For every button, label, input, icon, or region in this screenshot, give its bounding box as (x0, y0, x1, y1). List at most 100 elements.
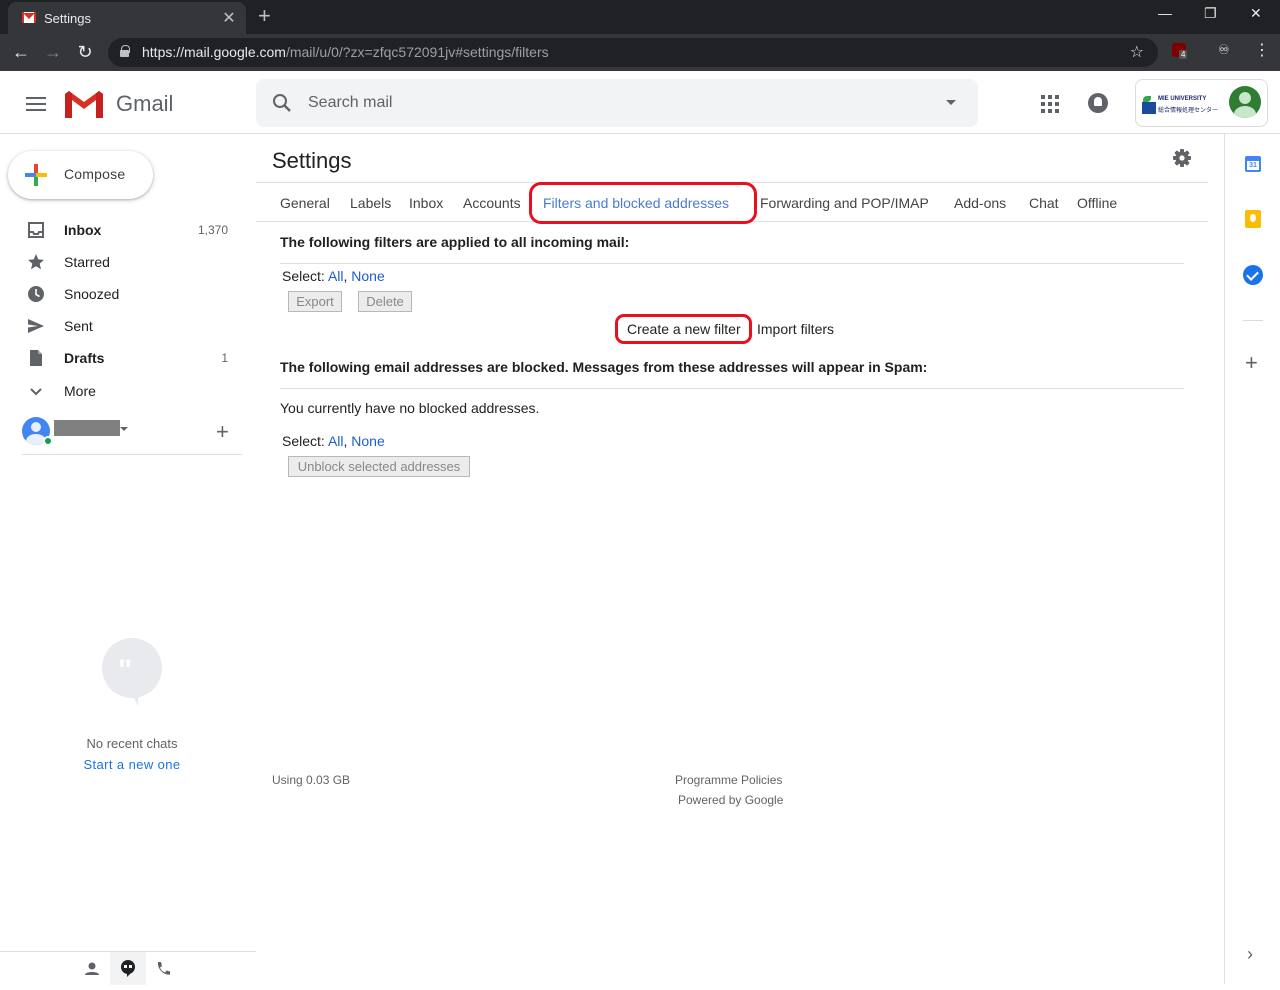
select-none-link[interactable]: None (351, 433, 384, 449)
no-recent-chats-text: No recent chats (86, 736, 178, 751)
start-chat-link[interactable]: Start a new one (0, 757, 264, 772)
new-tab-button[interactable]: + (258, 4, 271, 28)
tab-add-ons[interactable]: Add-ons (954, 195, 1006, 211)
compose-plus-icon (25, 164, 47, 186)
search-icon[interactable] (272, 93, 292, 113)
tab-labels[interactable]: Labels (350, 195, 391, 211)
sidebar-item-starred[interactable]: Starred (0, 246, 256, 278)
notifications-bell-icon[interactable] (1088, 93, 1108, 113)
tab-general[interactable]: General (280, 195, 330, 211)
inbox-icon (28, 222, 44, 238)
compose-button[interactable]: Compose (8, 151, 153, 199)
restore-window-icon[interactable]: ❐ (1204, 5, 1217, 22)
gmail-brand-text[interactable]: Gmail (116, 91, 173, 117)
export-button[interactable]: Export (288, 291, 342, 312)
draft-file-icon (30, 350, 42, 366)
browser-menu-icon[interactable]: ⋮ (1254, 40, 1270, 60)
tasks-icon[interactable] (1243, 265, 1263, 285)
get-add-ons-plus-icon[interactable]: + (1245, 350, 1258, 376)
calendar-icon[interactable]: 31 (1245, 156, 1261, 172)
hangouts-quote-icon (121, 960, 135, 977)
delete-button[interactable]: Delete (358, 291, 412, 312)
forward-arrow-icon[interactable]: → (42, 42, 64, 62)
unblock-selected-button[interactable]: Unblock selected addresses (288, 456, 470, 477)
sidebar-item-inbox[interactable]: Inbox 1,370 (0, 214, 256, 246)
gmail-favicon-icon (22, 12, 36, 23)
sidebar-item-label: Inbox (64, 222, 102, 238)
browser-tab[interactable]: Settings ✕ (8, 2, 246, 34)
chevron-down-icon (30, 388, 42, 396)
tab-offline[interactable]: Offline (1077, 195, 1117, 211)
select-none-link[interactable]: None (351, 268, 384, 284)
tab-chat[interactable]: Chat (1029, 195, 1059, 211)
bookmark-star-icon[interactable]: ☆ (1130, 42, 1144, 62)
contacts-tab[interactable] (74, 952, 110, 985)
extension-badge: 4 (1179, 50, 1188, 59)
back-arrow-icon[interactable]: ← (10, 42, 32, 62)
organization-logo: MIE UNIVERSITY 総合情報処理センター (1142, 96, 1222, 116)
incognito-extension-icon[interactable]: ♾ (1218, 42, 1230, 58)
minimize-window-icon[interactable]: — (1158, 5, 1172, 21)
phone-tab[interactable] (146, 952, 182, 985)
hangouts-bubble-icon: " (102, 638, 162, 706)
gmail-header: Gmail MIE UNIVERSITY 総合情報処理センター (0, 71, 1280, 134)
lock-icon (120, 45, 130, 57)
person-icon (85, 962, 99, 975)
programme-policies-link[interactable]: Programme Policies (675, 773, 782, 787)
account-avatar[interactable] (1229, 86, 1261, 118)
hangouts-user: + (22, 415, 242, 455)
blocked-select-row: Select: All, None (282, 433, 385, 449)
sidebar-item-label: Drafts (64, 350, 105, 366)
tab-forwarding-pop-imap[interactable]: Forwarding and POP/IMAP (760, 195, 929, 211)
sidebar-item-label: More (64, 383, 96, 399)
status-dropdown-icon[interactable] (120, 427, 128, 431)
search-bar (256, 79, 978, 127)
annotation-highlight-create-filter (615, 314, 752, 344)
google-apps-icon[interactable] (1041, 95, 1059, 113)
select-all-link[interactable]: All (328, 268, 344, 284)
keep-icon[interactable] (1245, 210, 1261, 228)
import-filters-link[interactable]: Import filters (757, 321, 834, 337)
close-window-icon[interactable]: ✕ (1250, 5, 1262, 22)
powered-by-google: Powered by Google (678, 793, 784, 807)
blocked-heading: The following email addresses are blocke… (280, 359, 928, 375)
sidebar-item-sent[interactable]: Sent (0, 310, 256, 342)
chevron-right-icon[interactable]: › (1247, 944, 1253, 965)
tab-accounts[interactable]: Accounts (463, 195, 521, 211)
redacted-user-name[interactable] (54, 420, 120, 436)
gmail-logo-icon (65, 90, 103, 118)
online-status-icon (43, 436, 53, 446)
sidebar-item-snoozed[interactable]: Snoozed (0, 278, 256, 310)
url-text: https://mail.google.com/mail/u/0/?zx=zfq… (142, 44, 549, 60)
divider (1243, 320, 1263, 321)
search-options-dropdown-icon[interactable] (946, 100, 956, 105)
no-chats-panel: " No recent chats Start a new one (0, 638, 264, 772)
new-conversation-plus-icon[interactable]: + (216, 419, 229, 445)
gear-icon[interactable] (1172, 148, 1192, 168)
browser-tab-title: Settings (44, 11, 91, 26)
side-panel: 31 + › (1224, 134, 1280, 984)
annotation-highlight-filters-tab (529, 182, 757, 224)
filters-heading: The following filters are applied to all… (280, 234, 630, 250)
close-tab-icon[interactable]: ✕ (220, 8, 238, 28)
reload-icon[interactable]: ↻ (74, 42, 96, 62)
search-input[interactable] (308, 89, 908, 117)
select-all-link[interactable]: All (328, 433, 344, 449)
clock-icon (28, 286, 44, 302)
address-bar[interactable]: https://mail.google.com/mail/u/0/?zx=zfq… (108, 38, 1158, 67)
browser-tab-bar: Settings ✕ + — ❐ ✕ (0, 0, 1280, 34)
main-menu-icon[interactable] (26, 97, 46, 111)
sidebar-item-drafts[interactable]: Drafts 1 (0, 342, 256, 374)
ublock-extension-icon[interactable]: 4 (1172, 43, 1188, 59)
sidebar-item-label: Starred (64, 254, 110, 270)
send-icon (28, 319, 44, 333)
browser-toolbar: ← → ↻ https://mail.google.com/mail/u/0/?… (0, 34, 1280, 71)
select-label: Select: (282, 268, 325, 284)
page-title: Settings (272, 148, 352, 173)
hangouts-tab[interactable] (110, 952, 146, 985)
sidebar-item-label: Sent (64, 318, 93, 334)
tab-inbox[interactable]: Inbox (409, 195, 443, 211)
select-label: Select: (282, 433, 325, 449)
account-switcher[interactable]: MIE UNIVERSITY 総合情報処理センター (1135, 79, 1268, 127)
sidebar-item-more[interactable]: More (0, 375, 256, 407)
